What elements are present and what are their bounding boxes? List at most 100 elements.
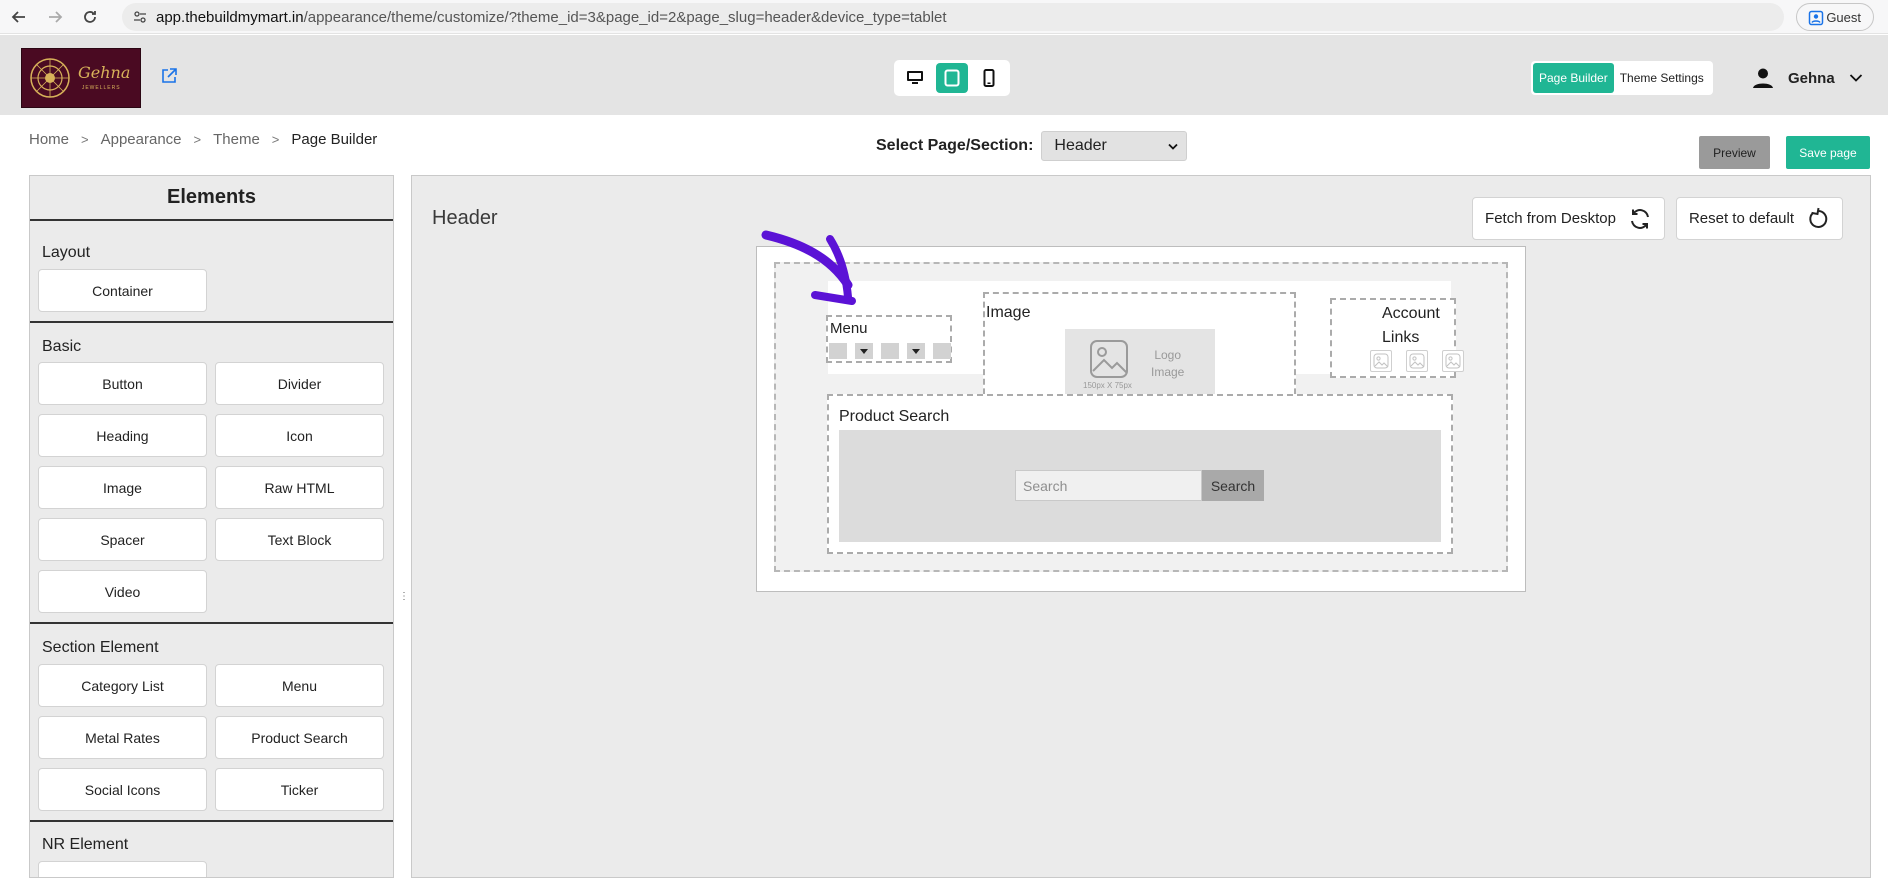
forward-arrow-icon[interactable] <box>44 6 66 28</box>
element-raw-html[interactable]: Raw HTML <box>215 466 384 509</box>
image-placeholder-icon <box>1090 340 1128 378</box>
menu-item-placeholder <box>907 343 925 359</box>
section-select-value: Header <box>1054 137 1107 154</box>
url-path: /appearance/theme/customize/?theme_id=3&… <box>303 8 947 26</box>
mandala-icon <box>30 58 70 98</box>
profile-button[interactable]: Guest <box>1796 3 1874 31</box>
user-name: Gehna <box>1788 69 1835 87</box>
account-image-icon <box>1442 350 1464 372</box>
image-block-label: Image <box>986 304 1031 321</box>
breadcrumb-theme[interactable]: Theme <box>213 131 260 148</box>
reload-icon[interactable] <box>79 6 101 28</box>
annotation-arrow-icon <box>761 230 856 305</box>
desktop-view-button[interactable] <box>899 63 932 93</box>
search-input[interactable]: Search <box>1015 470 1202 501</box>
breadcrumb-current: Page Builder <box>291 131 378 148</box>
logo-placeholder-size: 150px X 75px <box>1083 381 1132 390</box>
element-metal-rates[interactable]: Metal Rates <box>38 716 207 759</box>
element-spacer[interactable]: Spacer <box>38 518 207 561</box>
logo-text: Gehna <box>78 63 131 82</box>
menu-item-placeholder <box>933 343 951 359</box>
product-search-area: Search Search <box>839 430 1441 542</box>
account-image-icon <box>1370 350 1392 372</box>
element-nr-partial[interactable] <box>38 861 207 877</box>
elements-panel: Elements Layout Container Basic Button D… <box>29 175 394 878</box>
element-image[interactable]: Image <box>38 466 207 509</box>
chevron-right-icon: > <box>271 132 280 147</box>
group-nr-element-label: NR Element <box>42 836 129 853</box>
account-links-line2: Links <box>1382 329 1420 346</box>
dropdown-arrow-icon <box>1168 143 1179 150</box>
profile-label: Guest <box>1826 9 1861 25</box>
logo-placeholder-line2: Image <box>1151 365 1185 379</box>
element-heading[interactable]: Heading <box>38 414 207 457</box>
element-category-list[interactable]: Category List <box>38 664 207 707</box>
header-preview-frame: Menu Image Logo Image 150px X 75px Accou… <box>756 246 1526 592</box>
panel-resize-handle[interactable]: ⋮ <box>399 591 409 602</box>
address-bar[interactable]: app.thebuildmymart.in/appearance/theme/c… <box>122 3 1784 31</box>
reset-to-default-button[interactable]: Reset to default <box>1676 197 1843 240</box>
profile-icon <box>1808 10 1824 29</box>
mode-switcher: Page Builder Theme Settings <box>1531 61 1713 95</box>
group-divider <box>30 321 393 323</box>
logo-subtext: JEWELLERS <box>81 85 121 91</box>
section-selector: Select Page/Section: Header <box>876 131 1188 161</box>
element-product-search[interactable]: Product Search <box>215 716 384 759</box>
fetch-from-desktop-button[interactable]: Fetch from Desktop <box>1472 197 1665 240</box>
account-links-line1: Account <box>1382 305 1440 322</box>
element-menu[interactable]: Menu <box>215 664 384 707</box>
element-text-block[interactable]: Text Block <box>215 518 384 561</box>
account-image-icon <box>1406 350 1428 372</box>
menu-item-placeholder <box>829 343 847 359</box>
element-button[interactable]: Button <box>38 362 207 405</box>
element-social-icons[interactable]: Social Icons <box>38 768 207 811</box>
chevron-down-icon <box>1849 74 1862 82</box>
user-icon <box>1753 68 1773 88</box>
app-header: Gehna JEWELLERS Page Builder Theme Setti… <box>0 35 1888 115</box>
logo-placeholder-line1: Logo <box>1154 348 1182 362</box>
save-page-button[interactable]: Save page <box>1786 136 1870 169</box>
section-select-label: Select Page/Section: <box>876 137 1034 154</box>
caret-down-icon <box>912 348 920 354</box>
group-divider <box>30 622 393 624</box>
sync-icon <box>1630 208 1649 229</box>
image-block[interactable]: Image Logo Image 150px X 75px <box>983 292 1296 404</box>
external-link-icon[interactable] <box>160 67 178 85</box>
element-video[interactable]: Video <box>38 570 207 613</box>
account-links-block[interactable]: Account Links <box>1330 298 1464 378</box>
logo-placeholder: Logo Image 150px X 75px <box>1065 329 1215 404</box>
theme-settings-tab[interactable]: Theme Settings <box>1614 63 1710 93</box>
element-ticker[interactable]: Ticker <box>215 768 384 811</box>
elements-title: Elements <box>30 176 393 221</box>
back-arrow-icon[interactable] <box>8 6 30 28</box>
product-search-block[interactable]: Product Search Search Search <box>827 394 1453 554</box>
element-divider[interactable]: Divider <box>215 362 384 405</box>
site-settings-icon[interactable] <box>133 10 147 28</box>
mobile-view-button[interactable] <box>972 63 1005 93</box>
reset-icon <box>1809 207 1828 228</box>
url-domain: app.thebuildmymart.in <box>156 8 304 26</box>
breadcrumb-home[interactable]: Home <box>29 131 69 148</box>
tablet-icon <box>944 69 960 87</box>
mobile-icon <box>983 69 995 87</box>
chevron-right-icon: > <box>81 132 89 147</box>
caret-down-icon <box>860 348 868 354</box>
device-switcher <box>894 60 1010 96</box>
browser-toolbar: app.thebuildmymart.in/appearance/theme/c… <box>0 0 1888 34</box>
element-icon[interactable]: Icon <box>215 414 384 457</box>
brand-logo[interactable]: Gehna JEWELLERS <box>21 48 141 108</box>
element-container[interactable]: Container <box>38 269 207 312</box>
chevron-right-icon: > <box>193 132 202 147</box>
section-select[interactable]: Header <box>1041 131 1188 161</box>
tablet-view-button[interactable] <box>935 63 969 93</box>
preview-button[interactable]: Preview <box>1699 136 1770 169</box>
logo-placeholder-text: Logo Image <box>1151 347 1184 381</box>
menu-item-placeholder <box>855 343 873 359</box>
page-builder-tab[interactable]: Page Builder <box>1533 63 1614 93</box>
breadcrumb-appearance[interactable]: Appearance <box>101 131 182 148</box>
group-section-element-label: Section Element <box>42 639 159 656</box>
breadcrumb: Home > Appearance > Theme > Page Builder <box>29 131 377 148</box>
builder-canvas: Header Fetch from Desktop Reset to defau… <box>411 175 1871 878</box>
user-menu[interactable]: Gehna <box>1752 63 1863 93</box>
search-button[interactable]: Search <box>1202 470 1264 501</box>
